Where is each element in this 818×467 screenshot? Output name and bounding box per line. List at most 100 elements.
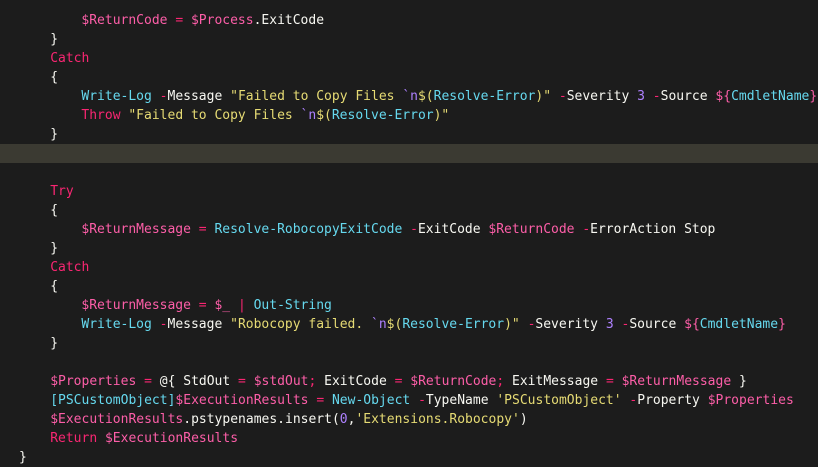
code-token: $ReturnMessage — [81, 222, 191, 237]
code-line[interactable]: { — [0, 68, 818, 87]
code-line[interactable]: Catch — [0, 49, 818, 68]
code-line[interactable]: } — [0, 30, 818, 49]
code-token: $ReturnCode — [410, 374, 497, 389]
code-token: New-Object — [331, 393, 411, 408]
code-token: { — [50, 203, 59, 218]
code-token: $( — [316, 108, 332, 123]
code-token: ) — [519, 412, 528, 427]
code-token: Catch — [50, 51, 90, 66]
code-token: Resolve-Error — [402, 317, 505, 332]
code-line[interactable]: Catch — [0, 258, 818, 277]
code-line[interactable]: Write-Log -Message "Failed to Copy Files… — [0, 87, 818, 106]
code-token: ${ — [684, 317, 700, 332]
code-line[interactable]: $ExecutionResults.pstypenames.insert(0,'… — [0, 410, 818, 429]
code-token: = — [316, 393, 325, 408]
code-line[interactable]: } — [0, 334, 818, 353]
code-token: Source — [660, 89, 708, 104]
code-editor[interactable]: $ReturnCode = $Process.ExitCode} Catch {Wr… — [0, 0, 818, 465]
code-line[interactable]: $Properties = @{ StdOut = $stdOut; ExitC… — [0, 372, 818, 391]
code-line[interactable]: Return $ExecutionResults — [0, 429, 818, 448]
code-token: = — [198, 298, 207, 313]
code-token: )" — [535, 89, 552, 104]
code-line[interactable]: } — [0, 239, 818, 258]
code-line[interactable]: Throw "Failed to Copy Files `n$(Resolve-… — [0, 106, 818, 125]
code-token: } — [50, 32, 59, 47]
code-token: `n — [402, 89, 418, 104]
code-line[interactable]: } — [0, 448, 818, 467]
code-token: 3 — [605, 317, 614, 332]
code-token: $( — [386, 317, 403, 332]
code-token: Severity — [535, 317, 599, 332]
code-token: = — [238, 374, 246, 389]
code-line[interactable]: } — [0, 125, 818, 144]
code-token: ExitMessage — [504, 374, 606, 389]
code-token: ExitCode — [417, 222, 481, 237]
code-token: = — [605, 374, 614, 389]
code-token: = — [198, 222, 207, 237]
code-token: $ExecutionResults — [175, 393, 309, 408]
code-line[interactable]: $ReturnCode = $Process.ExitCode — [0, 11, 818, 30]
code-token: - — [418, 393, 426, 408]
code-token: } — [50, 241, 59, 256]
code-token: )" — [504, 317, 520, 332]
code-token: 3 — [637, 89, 645, 104]
code-line[interactable]: $ReturnMessage = $_ | Out-String — [0, 296, 818, 315]
code-line[interactable]: [PSCustomObject]$ExecutionResults = New-… — [0, 391, 818, 410]
code-token: "Failed to Copy Files — [128, 108, 301, 123]
code-token: `n — [371, 317, 387, 332]
code-token: $Properties — [50, 374, 137, 389]
code-line[interactable]: $ReturnMessage = Resolve-RobocopyExitCod… — [0, 220, 818, 239]
code-token: $ReturnCode — [81, 13, 168, 28]
code-line[interactable] — [0, 353, 818, 372]
code-token: $ExecutionResults — [104, 431, 239, 446]
code-line[interactable]: Write-Log -Message "Robocopy failed. `n$… — [0, 315, 818, 334]
code-line[interactable]: { — [0, 277, 818, 296]
code-token: - — [652, 89, 661, 104]
code-token: $ReturnMessage — [621, 374, 732, 389]
code-token: Resolve-RobocopyExitCode — [214, 222, 403, 237]
code-token: } — [50, 127, 59, 142]
code-token: - — [558, 89, 567, 104]
code-token: $ExecutionResults — [50, 412, 184, 427]
code-line[interactable] — [0, 144, 818, 163]
code-line[interactable]: Try — [0, 182, 818, 201]
code-token: = — [175, 13, 184, 28]
code-token: @{ StdOut — [159, 374, 239, 389]
code-token: Message — [167, 317, 223, 332]
code-line[interactable] — [0, 163, 818, 182]
code-token: $ReturnCode — [488, 222, 575, 237]
code-token: ; — [496, 374, 505, 389]
code-token: Resolve-Error — [433, 89, 536, 104]
code-token: 'Extensions.Robocopy' — [355, 412, 520, 427]
code-token: Severity — [566, 89, 630, 104]
code-token: $Properties — [707, 393, 794, 408]
code-token: Write-Log — [81, 317, 152, 332]
code-token: - — [159, 89, 168, 104]
code-token: CmdletName — [731, 89, 810, 104]
code-token: = — [144, 374, 152, 389]
code-line[interactable]: { — [0, 201, 818, 220]
code-token: } — [778, 317, 786, 332]
code-token: $( — [417, 89, 434, 104]
code-token: { — [50, 70, 59, 85]
code-token: Write-Log — [81, 89, 152, 104]
code-token: Return — [50, 431, 98, 446]
code-token: - — [159, 317, 168, 332]
code-token: Message — [167, 89, 223, 104]
